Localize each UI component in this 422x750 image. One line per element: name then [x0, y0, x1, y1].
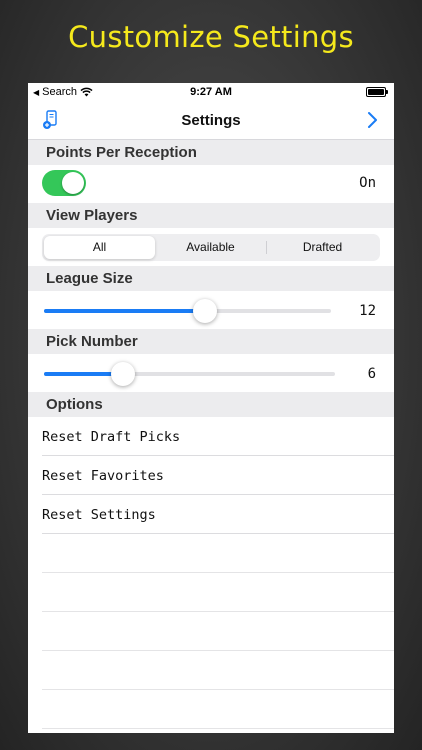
- status-time: 9:27 AM: [190, 86, 232, 98]
- empty-row: [42, 651, 394, 690]
- section-header-options: Options: [28, 392, 394, 417]
- league-size-value: 12: [359, 303, 376, 319]
- ppr-row: On: [28, 165, 394, 203]
- segment-all[interactable]: All: [44, 236, 155, 259]
- reset-settings-option[interactable]: Reset Settings: [42, 495, 394, 534]
- ppr-toggle[interactable]: [42, 170, 86, 196]
- empty-row: [42, 534, 394, 573]
- battery-icon: [366, 87, 388, 97]
- nav-title: Settings: [181, 112, 241, 129]
- status-bar: ◀ Search 9:27 AM: [28, 83, 394, 101]
- reset-draft-picks-option[interactable]: Reset Draft Picks: [42, 417, 394, 456]
- section-header-pick-number: Pick Number: [28, 329, 394, 354]
- navigation-bar: Settings: [28, 101, 394, 140]
- league-size-slider-fill: [44, 309, 205, 313]
- pick-number-slider[interactable]: [44, 362, 335, 386]
- toggle-knob: [62, 172, 84, 194]
- empty-row: [42, 612, 394, 651]
- segment-drafted[interactable]: Drafted: [267, 236, 378, 259]
- view-players-row: All Available Drafted: [28, 228, 394, 266]
- chevron-right-icon[interactable]: [364, 111, 380, 129]
- ppr-toggle-label: On: [359, 175, 376, 191]
- league-size-slider-thumb[interactable]: [193, 299, 217, 323]
- phone-screen: ◀ Search 9:27 AM Settings Points Per Rec…: [28, 83, 394, 733]
- league-size-row: 12: [28, 291, 394, 329]
- segment-available[interactable]: Available: [155, 236, 266, 259]
- pick-number-slider-thumb[interactable]: [111, 362, 135, 386]
- section-header-league-size: League Size: [28, 266, 394, 291]
- section-header-ppr: Points Per Reception: [28, 140, 394, 165]
- empty-row: [42, 690, 394, 729]
- league-size-slider[interactable]: [44, 299, 331, 323]
- view-players-segmented-control: All Available Drafted: [42, 234, 380, 261]
- pick-number-value: 6: [367, 366, 376, 382]
- headline: Customize Settings: [68, 20, 354, 54]
- empty-row: [42, 573, 394, 612]
- pick-number-row: 6: [28, 354, 394, 392]
- reset-favorites-option[interactable]: Reset Favorites: [42, 456, 394, 495]
- section-header-view-players: View Players: [28, 203, 394, 228]
